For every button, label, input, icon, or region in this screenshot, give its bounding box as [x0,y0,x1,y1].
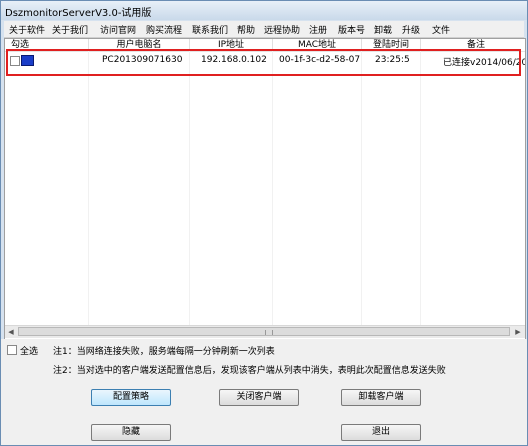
menu-about-software[interactable]: 关于软件 [9,23,45,36]
header-pc-name[interactable]: 用户电脑名 [89,39,189,51]
menu-help[interactable]: 帮助 [237,23,255,36]
scroll-thumb[interactable] [18,327,510,336]
bottom-panel: 全选 注1：当网络连接失败，服务端每隔一分钟刷新一次列表 注2：当对选中的客户端… [1,339,527,445]
header-mac[interactable]: MAC地址 [273,39,361,51]
app-window: DszmonitorServerV3.0-试用版 关于软件 关于我们 访问官网 … [0,0,528,446]
note-2: 注2：当对选中的客户端发送配置信息后，发现该客户端从列表中消失，表明此次配置信息… [53,366,446,376]
grid-line [420,51,421,325]
scroll-left-icon[interactable]: ◀ [5,326,17,338]
table-row[interactable]: PC201309071630 192.168.0.102 00-1f-3c-d2… [5,52,525,70]
scroll-right-icon[interactable]: ▶ [512,326,524,338]
grid-line [189,51,190,325]
row-pc-name: PC201309071630 [102,55,183,65]
row-checkbox[interactable] [10,56,20,66]
menu-register[interactable]: 注册 [309,23,327,36]
row-mac: 00-1f-3c-d2-58-07 [279,55,361,65]
horizontal-scrollbar[interactable]: ◀ ▶ [5,325,525,338]
config-policy-button[interactable]: 配置策略 [91,389,171,406]
header-ip[interactable]: IP地址 [190,39,272,51]
grid-line [272,51,273,325]
row-login-time: 23:25:5 [375,55,410,65]
grid-line [88,51,89,325]
exit-button[interactable]: 退出 [341,424,421,441]
computer-icon [21,55,34,66]
hide-button[interactable]: 隐藏 [91,424,171,441]
menu-visit-site[interactable]: 访问官网 [100,23,136,36]
header-note[interactable]: 备注 [421,39,525,51]
window-title: DszmonitorServerV3.0-试用版 [5,8,152,19]
header-login-time[interactable]: 登陆时间 [362,39,420,51]
menu-upgrade[interactable]: 升级 [402,23,420,36]
title-bar[interactable]: DszmonitorServerV3.0-试用版 [1,1,527,20]
uninstall-client-button[interactable]: 卸载客户端 [341,389,421,406]
menu-remote-assist[interactable]: 远程协助 [264,23,300,36]
menu-contact[interactable]: 联系我们 [192,23,228,36]
header-check[interactable]: 勾选 [5,39,35,51]
note-1: 注1：当网络连接失败，服务端每隔一分钟刷新一次列表 [53,347,275,357]
menu-file[interactable]: 文件 [432,23,450,36]
grip-icon [265,330,273,335]
menu-version[interactable]: 版本号 [338,23,365,36]
menu-uninstall[interactable]: 卸载 [374,23,392,36]
grid-line [361,51,362,325]
column-header: 勾选 用户电脑名 IP地址 MAC地址 登陆时间 备注 [5,39,525,52]
menu-bar: 关于软件 关于我们 访问官网 购买流程 联系我们 帮助 远程协助 注册 版本号 … [4,21,524,38]
close-client-button[interactable]: 关闭客户端 [219,389,299,406]
menu-purchase[interactable]: 购买流程 [146,23,182,36]
select-all-checkbox[interactable] [7,345,17,355]
select-all-label[interactable]: 全选 [20,344,38,357]
row-ip: 192.168.0.102 [201,55,267,65]
client-list[interactable]: 勾选 用户电脑名 IP地址 MAC地址 登陆时间 备注 PC2013090716… [4,38,526,340]
row-note: 已连接v2014/06/20 [443,58,525,68]
menu-about-us[interactable]: 关于我们 [52,23,88,36]
